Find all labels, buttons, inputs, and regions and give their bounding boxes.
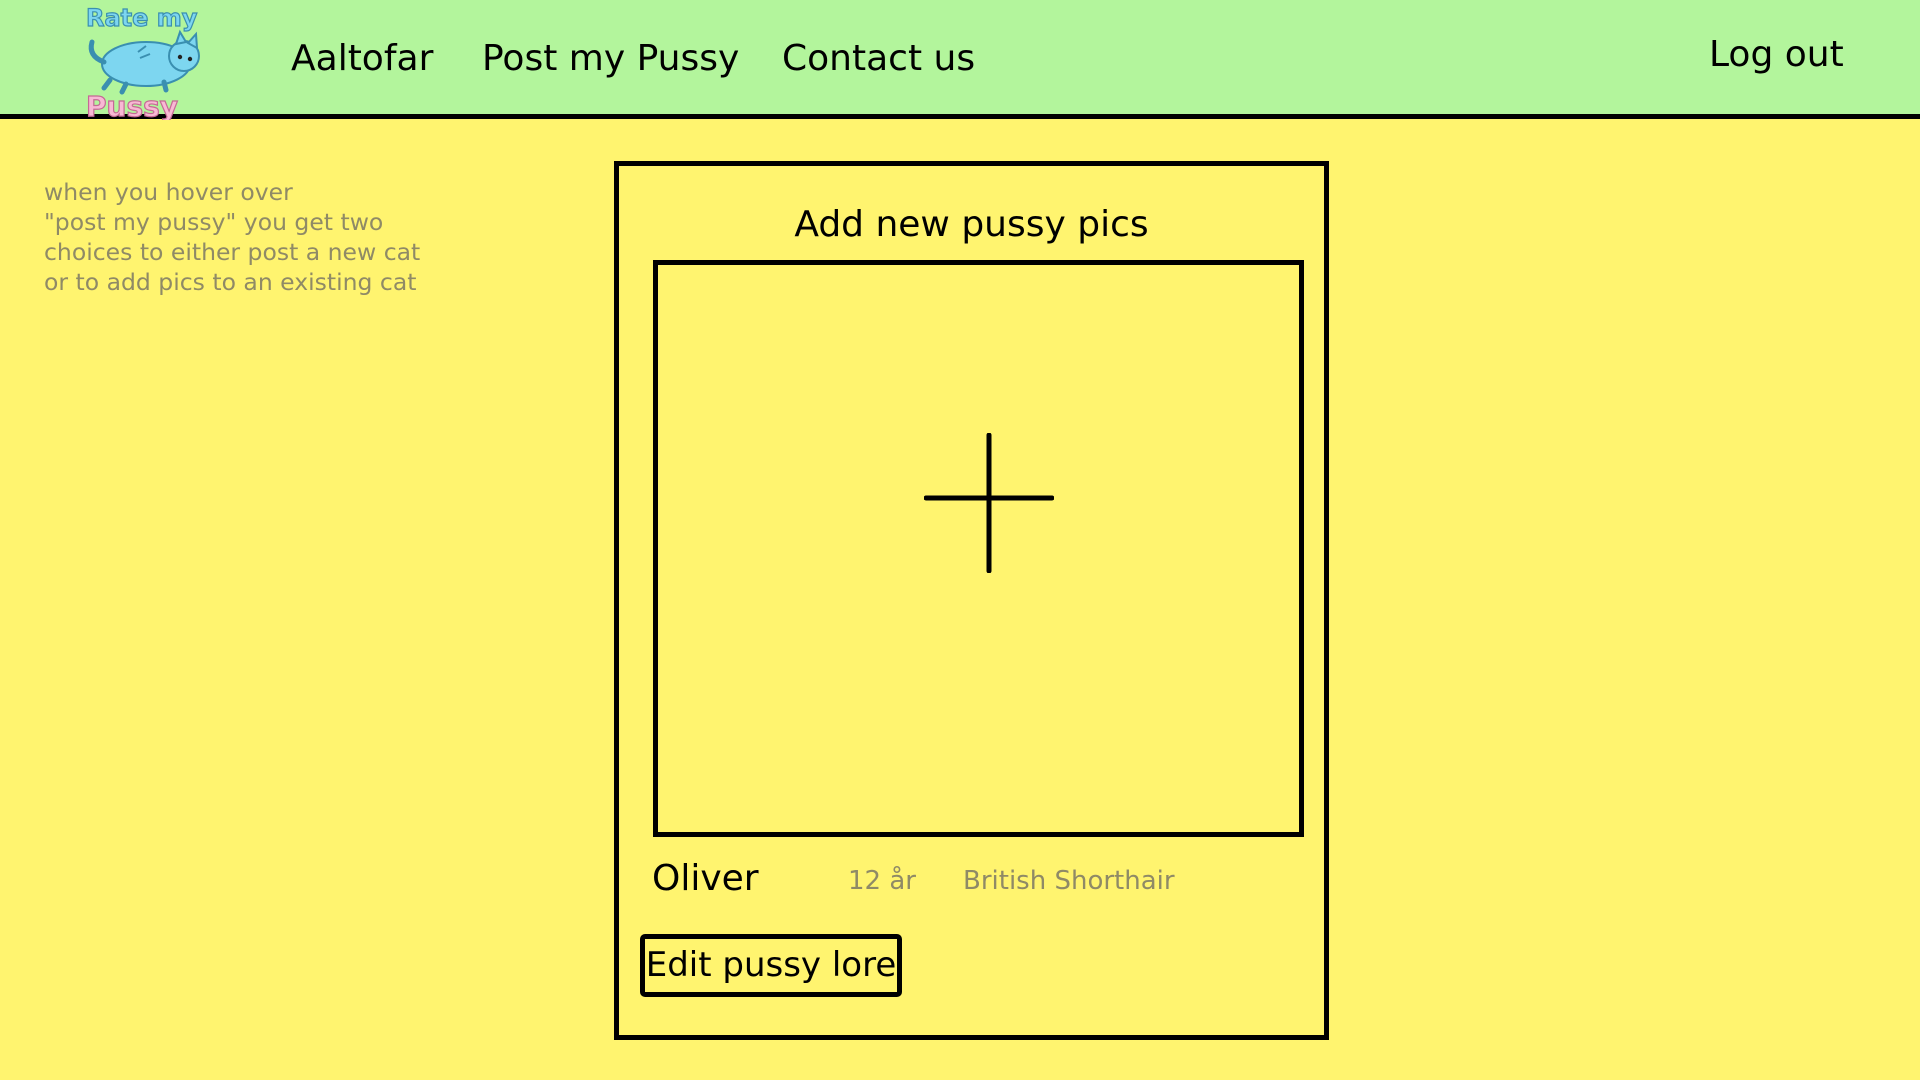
- rate-my-pussy-logo[interactable]: Rate my Pussy: [80, 4, 212, 120]
- logo-text-top: Rate my: [86, 4, 198, 32]
- note-line: when you hover over: [44, 178, 293, 206]
- note-line: or to add pics to an existing cat: [44, 268, 417, 296]
- plus-icon: [924, 433, 1054, 573]
- card-title: Add new pussy pics: [794, 204, 1149, 245]
- hover-note: when you hover over "post my pussy" you …: [44, 177, 464, 297]
- nav-aaltofar[interactable]: Aaltofar: [291, 38, 433, 79]
- cat-breed: British Shorthair: [963, 866, 1175, 896]
- note-line: "post my pussy" you get two: [44, 208, 384, 236]
- logo-text-bottom: Pussy: [86, 90, 178, 120]
- add-pics-card: Add new pussy pics Oliver 12 år British …: [614, 161, 1329, 1040]
- cat-age: 12 år: [848, 866, 916, 896]
- note-line: choices to either post a new cat: [44, 238, 421, 266]
- nav-post-my-pussy[interactable]: Post my Pussy: [482, 38, 739, 79]
- navbar: Rate my Pussy Aaltofar Post my Pussy Con…: [0, 0, 1920, 120]
- upload-pics-dropzone[interactable]: [653, 260, 1304, 837]
- edit-pussy-lore-button[interactable]: Edit pussy lore: [640, 934, 902, 997]
- log-out-link[interactable]: Log out: [1709, 34, 1844, 75]
- cat-name: Oliver: [652, 858, 759, 899]
- nav-contact-us[interactable]: Contact us: [782, 38, 975, 79]
